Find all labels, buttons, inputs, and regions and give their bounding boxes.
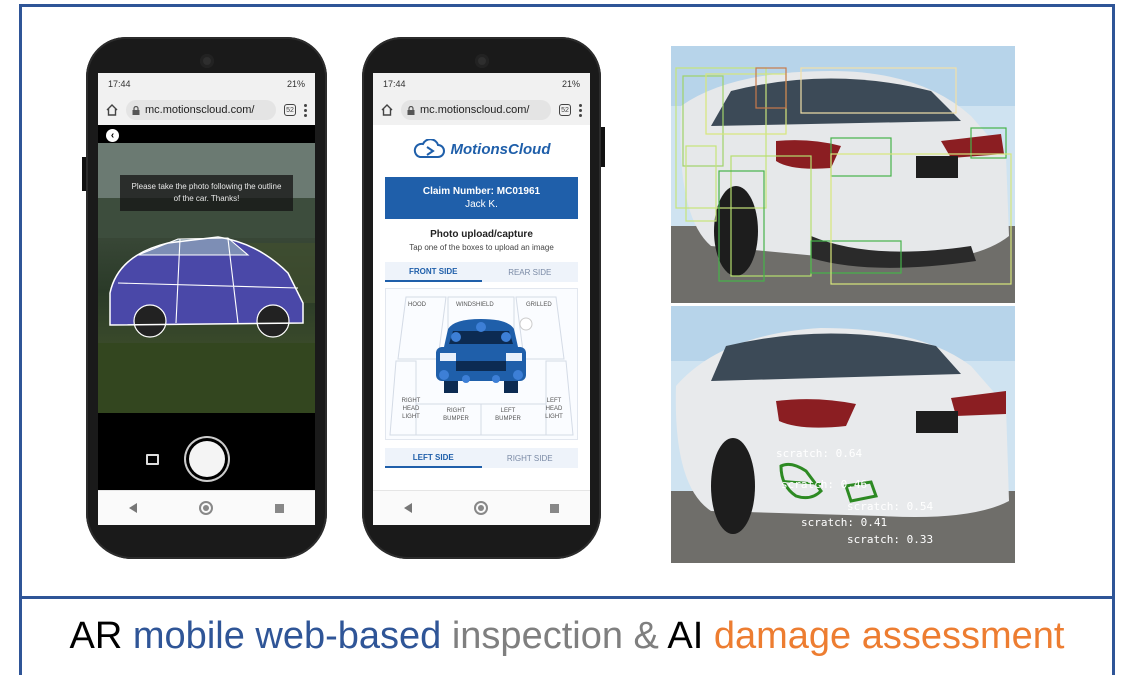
camera-viewfinder: ‹ Please take the photo following the ou… (98, 125, 315, 491)
android-nav-bar (98, 490, 315, 525)
home-icon[interactable] (381, 104, 393, 116)
android-nav-bar (373, 490, 590, 525)
phone-app-mockup: 17:44 21% mc.motionscloud.com/ 52 Motion… (362, 37, 605, 559)
recents-icon[interactable] (275, 503, 284, 513)
status-time: 17:44 (383, 79, 406, 89)
motionscloud-app: MotionsCloud Claim Number: MC01961 Jack … (373, 125, 590, 491)
tabs-count-icon[interactable]: 52 (559, 104, 571, 116)
gallery-icon[interactable] (146, 454, 159, 465)
zone-grilled[interactable]: GRILLED (526, 301, 552, 309)
section-heading: Photo upload/capture (430, 229, 533, 240)
section-subheading: Tap one of the boxes to upload an image (409, 243, 554, 252)
car-zone-diagram: HOOD WINDSHIELD GRILLED RIGHT HEAD LIGHT… (385, 288, 578, 440)
side-tabs: FRONT SIDE REAR SIDE (385, 262, 578, 282)
claim-number: Claim Number: MC01961 (422, 186, 541, 197)
detection-photo-scratches: scratch: 0.64 scratch: 0.46 scratch: 0.5… (671, 306, 1015, 563)
brand-logo: MotionsCloud (373, 137, 590, 161)
cloud-icon (413, 139, 445, 158)
detection-label: scratch: 0.33 (847, 533, 934, 546)
url-field[interactable]: mc.motionscloud.com/ (126, 100, 276, 120)
nav-home-icon[interactable] (199, 501, 213, 515)
caption-divider (19, 596, 1115, 599)
tabs-count-icon[interactable]: 52 (284, 104, 296, 116)
status-battery: 21% (286, 79, 305, 89)
recents-icon[interactable] (550, 503, 559, 513)
zone-left-head-light[interactable]: LEFT HEAD LIGHT (541, 397, 567, 421)
detection-label: scratch: 0.54 (847, 500, 934, 513)
zone-windshield[interactable]: WINDSHIELD (456, 301, 494, 309)
lock-icon (407, 105, 415, 115)
nav-home-icon[interactable] (474, 501, 488, 515)
caption-inspection: inspection & (451, 615, 659, 657)
caption: AR mobile web-based inspection & AI dama… (19, 606, 1115, 666)
detection-label: scratch: 0.46 (781, 478, 868, 491)
url-text: mc.motionscloud.com/ (420, 104, 530, 116)
phone-speaker (199, 54, 214, 68)
camera-feed-image: Please take the photo following the outl… (98, 143, 315, 413)
detection-label: scratch: 0.64 (776, 447, 863, 460)
back-icon[interactable] (404, 503, 412, 513)
claimant-name: Jack K. (465, 199, 498, 210)
caption-ai: AI (667, 615, 704, 657)
home-icon[interactable] (106, 104, 118, 116)
browser-toolbar: mc.motionscloud.com/ 52 (98, 95, 315, 126)
status-time: 17:44 (108, 79, 131, 89)
url-text: mc.motionscloud.com/ (145, 104, 255, 116)
tab-front-side[interactable]: FRONT SIDE (385, 262, 482, 282)
browser-toolbar: mc.motionscloud.com/ 52 (373, 95, 590, 126)
side-tabs-lower: LEFT SIDE RIGHT SIDE (385, 448, 578, 468)
url-field[interactable]: mc.motionscloud.com/ (401, 100, 551, 120)
status-battery: 21% (561, 79, 580, 89)
zone-right-bumper[interactable]: RIGHT BUMPER (441, 407, 471, 423)
status-bar: 17:44 21% (373, 73, 590, 95)
close-icon[interactable]: ‹ (106, 129, 119, 142)
caption-mobile-web-based: mobile web-based (132, 615, 442, 657)
status-bar: 17:44 21% (98, 73, 315, 95)
phone-camera-mockup: 17:44 21% mc.motionscloud.com/ 52 ‹ Plea… (82, 37, 327, 559)
claim-banner: Claim Number: MC01961 Jack K. (385, 177, 578, 219)
shutter-button[interactable] (188, 441, 225, 477)
camera-instruction: Please take the photo following the outl… (120, 175, 293, 211)
caption-ar: AR (69, 615, 123, 657)
phone-speaker (474, 54, 489, 68)
lock-icon (132, 105, 140, 115)
tab-right-side[interactable]: RIGHT SIDE (482, 448, 579, 468)
zone-hood[interactable]: HOOD (408, 301, 426, 309)
detection-label: scratch: 0.41 (801, 516, 888, 529)
zone-right-head-light[interactable]: RIGHT HEAD LIGHT (398, 397, 424, 421)
more-menu-icon[interactable] (304, 103, 307, 117)
tab-rear-side[interactable]: REAR SIDE (482, 262, 579, 282)
phone-side-button (82, 157, 86, 191)
zone-left-bumper[interactable]: LEFT BUMPER (493, 407, 523, 423)
back-icon[interactable] (129, 503, 137, 513)
phone-side-button (601, 127, 605, 167)
detection-photo-parts (671, 46, 1015, 303)
phone-screen: 17:44 21% mc.motionscloud.com/ 52 Motion… (373, 73, 590, 525)
tab-left-side[interactable]: LEFT SIDE (385, 448, 482, 468)
phone-screen: 17:44 21% mc.motionscloud.com/ 52 ‹ Plea… (98, 73, 315, 525)
car-rear-image (671, 46, 1015, 303)
more-menu-icon[interactable] (579, 103, 582, 117)
caption-damage-assessment: damage assessment (713, 615, 1065, 657)
logo-text: MotionsCloud (450, 140, 551, 158)
